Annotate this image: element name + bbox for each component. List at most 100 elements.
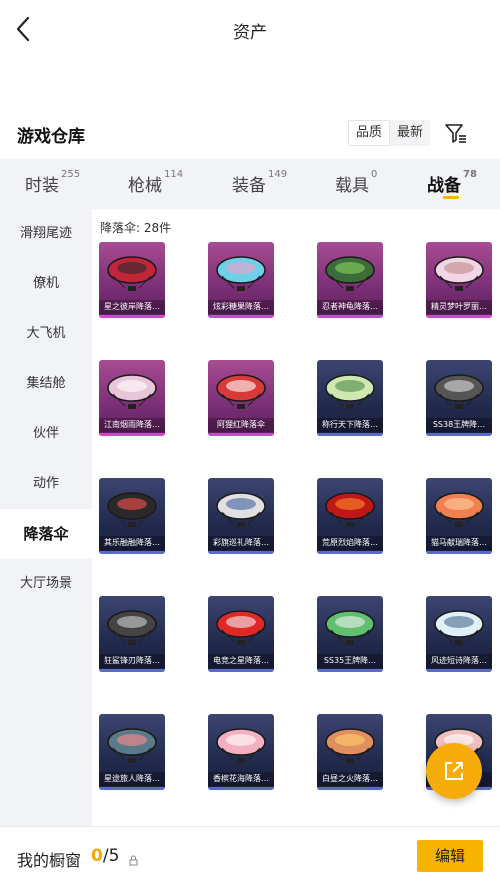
showcase-label: 我的橱窗: [17, 851, 82, 870]
sidebar-item-parachute[interactable]: 降落伞: [0, 509, 92, 559]
share-button[interactable]: [426, 743, 482, 799]
parachute-item-name: 风迹短诗降落…: [426, 654, 492, 668]
tab-label: 装备: [232, 176, 266, 196]
parachute-item-name: 荒原烈焰降落…: [317, 536, 383, 550]
parachute-icon: [216, 256, 266, 291]
parachute-item[interactable]: 风迹短诗降落…: [426, 596, 492, 672]
sort-toggle: 品质 最新: [348, 120, 431, 146]
tab-fashion[interactable]: 时装255: [25, 169, 81, 196]
sort-latest-button[interactable]: 最新: [390, 120, 430, 146]
edit-button[interactable]: 编辑: [417, 840, 483, 872]
tab-count: 114: [164, 169, 184, 180]
parachute-item[interactable]: 香槟花海降落…: [208, 714, 274, 790]
showcase-total: /5: [102, 846, 120, 866]
parachute-item-name: SS35王牌降…: [317, 654, 383, 668]
showcase-current: 0: [91, 846, 103, 866]
tab-equipment[interactable]: 装备149: [232, 169, 288, 196]
sidebar-item-lobby-scene[interactable]: 大厅场景: [0, 559, 92, 609]
parachute-icon: [434, 610, 484, 645]
item-count: 降落伞: 28件: [100, 221, 172, 235]
parachute-item-name: 江南烟雨降落…: [99, 418, 165, 432]
parachute-item[interactable]: 星之彼岸降落…: [99, 242, 165, 318]
parachute-icon: [434, 374, 484, 409]
parachute-item-name: 彩旗巡礼降落…: [208, 536, 274, 550]
parachute-item-name: 白昼之火降落…: [317, 772, 383, 786]
parachute-item[interactable]: SS38王牌降…: [426, 360, 492, 436]
tab-label: 枪械: [128, 176, 162, 196]
parachute-item[interactable]: 忍者神龟降落…: [317, 242, 383, 318]
parachute-icon: [216, 728, 266, 763]
parachute-item[interactable]: 猫马献瑞降落…: [426, 478, 492, 554]
parachute-icon: [434, 256, 484, 291]
parachute-item-name: SS38王牌降…: [426, 418, 492, 432]
filter-icon[interactable]: [444, 121, 468, 145]
parachute-item[interactable]: 彩旗巡礼降落…: [208, 478, 274, 554]
sidebar-item-companion[interactable]: 伙伴: [0, 409, 92, 459]
parachute-item[interactable]: 精灵梦叶罗丽…: [426, 242, 492, 318]
parachute-icon: [325, 492, 375, 527]
parachute-icon: [107, 492, 157, 527]
tab-vehicles[interactable]: 载具0: [335, 169, 378, 196]
sidebar-item-emote[interactable]: 动作: [0, 459, 92, 509]
tab-count: 0: [371, 169, 378, 180]
parachute-item[interactable]: 阿狸红降落伞: [208, 360, 274, 436]
parachute-item[interactable]: SS35王牌降…: [317, 596, 383, 672]
parachute-item-name: 阿狸红降落伞: [208, 418, 274, 432]
parachute-icon: [107, 728, 157, 763]
parachute-item[interactable]: 狂鲨锋刃降落…: [99, 596, 165, 672]
sidebar-item-glide-trail[interactable]: 滑翔尾迹: [0, 209, 92, 259]
parachute-item[interactable]: 电竞之星降落…: [208, 596, 274, 672]
tab-count: 149: [268, 169, 288, 180]
parachute-icon: [107, 256, 157, 291]
parachute-item-name: 香槟花海降落…: [208, 772, 274, 786]
parachute-item[interactable]: 其乐融融降落…: [99, 478, 165, 554]
parachute-item-name: 猫马献瑞降落…: [426, 536, 492, 550]
parachute-item-name: 忍者神龟降落…: [317, 300, 383, 314]
sidebar-item-wingman[interactable]: 僚机: [0, 259, 92, 309]
tab-label: 战备: [427, 176, 461, 196]
showcase-bar: 我的橱窗 0/5 编辑: [0, 826, 500, 886]
tab-label: 载具: [335, 176, 369, 196]
parachute-item-name: 狂鲨锋刃降落…: [99, 654, 165, 668]
parachute-item[interactable]: 炫彩糖果降落…: [208, 242, 274, 318]
tab-weapons[interactable]: 枪械114: [128, 169, 184, 196]
tab-count: 78: [463, 169, 477, 180]
share-icon: [445, 762, 463, 780]
parachute-icon: [216, 492, 266, 527]
warehouse-title: 游戏仓库: [17, 127, 85, 147]
parachute-icon: [107, 374, 157, 409]
showcase-count: 0/5: [91, 846, 119, 866]
parachute-icon: [325, 256, 375, 291]
parachute-item-name: 精灵梦叶罗丽…: [426, 300, 492, 314]
parachute-item[interactable]: 称行天下降落…: [317, 360, 383, 436]
item-panel: 降落伞: 28件 星之彼岸降落… 炫彩糖果降落… 忍者神龟降落… 精灵梦叶罗丽… 江南烟…: [92, 209, 500, 826]
parachute-icon: [216, 374, 266, 409]
top-bar: 资产: [0, 0, 500, 60]
parachute-item[interactable]: 荒原烈焰降落…: [317, 478, 383, 554]
parachute-item[interactable]: 星途旅人降落…: [99, 714, 165, 790]
parachute-icon: [107, 610, 157, 645]
sidebar-item-airplane[interactable]: 大飞机: [0, 309, 92, 359]
parachute-icon: [325, 610, 375, 645]
parachute-icon: [434, 492, 484, 527]
active-tab-indicator: [443, 196, 459, 199]
parachute-item-name: 星途旅人降落…: [99, 772, 165, 786]
parachute-item-name: 星之彼岸降落…: [99, 300, 165, 314]
parachute-icon: [325, 374, 375, 409]
sidebar: 滑翔尾迹 僚机 大飞机 集结舱 伙伴 动作 降落伞 大厅场景: [0, 209, 92, 826]
parachute-icon: [216, 610, 266, 645]
parachute-item-name: 称行天下降落…: [317, 418, 383, 432]
lock-icon: [129, 851, 138, 870]
parachute-item[interactable]: 白昼之火降落…: [317, 714, 383, 790]
tab-battle-gear[interactable]: 战备78: [427, 169, 477, 196]
parachute-item[interactable]: 江南烟雨降落…: [99, 360, 165, 436]
sort-quality-button[interactable]: 品质: [348, 120, 391, 146]
category-tabs: 时装255 枪械114 装备149 载具0 战备78: [0, 159, 500, 209]
tab-count: 255: [61, 169, 81, 180]
parachute-item-name: 电竞之星降落…: [208, 654, 274, 668]
parachute-icon: [325, 728, 375, 763]
parachute-item-name: 其乐融融降落…: [99, 536, 165, 550]
parachute-item-name: 炫彩糖果降落…: [208, 300, 274, 314]
sidebar-item-assembly-pod[interactable]: 集结舱: [0, 359, 92, 409]
page-title: 资产: [233, 23, 267, 43]
